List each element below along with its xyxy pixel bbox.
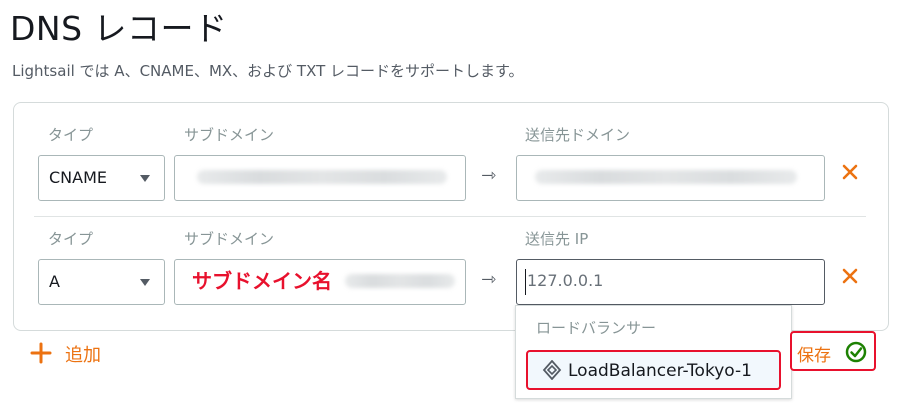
save-button[interactable]: 保存 [790, 331, 876, 371]
row-divider [34, 216, 866, 217]
arrow-right-icon: ⇾ [481, 165, 497, 186]
subdomain-label: サブドメイン [184, 230, 275, 248]
page-description: Lightsail では A、CNAME、MX、および TXT レコードをサポー… [12, 62, 524, 80]
caret-down-icon [140, 175, 150, 182]
type-label: タイプ [48, 230, 94, 248]
text-cursor [525, 269, 526, 295]
load-balancer-icon [542, 360, 562, 380]
redacted-value [535, 170, 797, 184]
record-type-select[interactable]: CNAME [38, 155, 165, 201]
caret-down-icon [140, 279, 150, 286]
dns-records-card: タイプ サブドメイン 送信先ドメイン CNAME ⇾ タイプ サブドメイン 送信… [13, 102, 889, 331]
redacted-value [197, 170, 447, 184]
subdomain-label: サブドメイン [184, 126, 275, 144]
close-icon [842, 268, 858, 284]
record-type-value: CNAME [49, 168, 107, 187]
target-ip-value: 127.0.0.1 [527, 271, 604, 290]
subdomain-input[interactable]: サブドメイン名 [174, 259, 466, 305]
subdomain-annotation: サブドメイン名 [192, 269, 332, 293]
load-balancer-option-label: LoadBalancer-Tokyo-1 [568, 361, 752, 381]
target-ip-input[interactable]: 127.0.0.1 [516, 259, 825, 305]
check-circle-icon [845, 341, 867, 363]
subdomain-input[interactable] [174, 155, 466, 201]
redacted-value [345, 274, 455, 288]
target-suggestion-dropdown: ロードバランサー LoadBalancer-Tokyo-1 [515, 305, 792, 399]
close-icon [842, 164, 858, 180]
target-domain-label: 送信先ドメイン [525, 126, 631, 144]
record-type-value: A [49, 272, 60, 291]
add-record-label: 追加 [65, 345, 101, 366]
record-type-select[interactable]: A [38, 259, 165, 305]
remove-record-button[interactable] [841, 162, 859, 187]
page-title: DNS レコード [10, 9, 228, 48]
save-label: 保存 [797, 346, 831, 366]
dropdown-group-label: ロードバランサー [536, 319, 657, 337]
target-domain-input[interactable] [516, 155, 825, 201]
arrow-right-icon: ⇾ [481, 269, 497, 290]
plus-icon [30, 342, 52, 364]
target-ip-label: 送信先 IP [525, 230, 589, 248]
load-balancer-option[interactable]: LoadBalancer-Tokyo-1 [526, 350, 781, 390]
remove-record-button[interactable] [841, 266, 859, 291]
type-label: タイプ [48, 126, 94, 144]
